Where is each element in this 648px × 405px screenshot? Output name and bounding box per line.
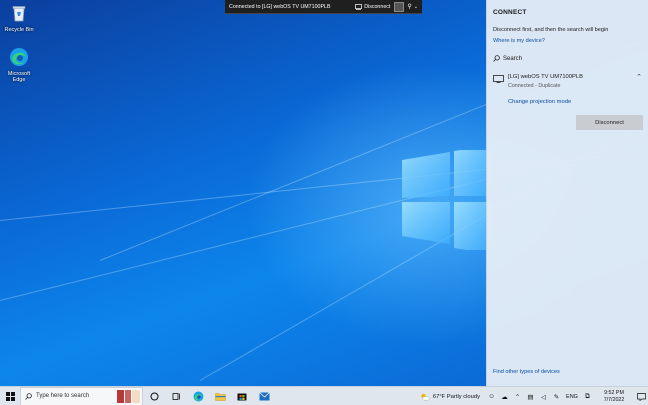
device-status: Connected - Duplicate [508,83,561,89]
weather-text: 67°F Partly cloudy [432,393,480,400]
pen-icon[interactable]: ✎ [550,387,563,405]
chevron-up-icon[interactable]: ⌃ [511,387,524,405]
monitor-icon [493,75,504,83]
desktop-icon-recycle-bin[interactable]: Recycle Bin [2,3,36,33]
connect-panel: CONNECT Disconnect first, and then the s… [486,0,648,386]
partly-cloudy-icon [421,393,430,401]
clock[interactable]: 9:52 PM 7/7/2022 [594,390,634,404]
taskbar-store-button[interactable] [231,387,253,405]
cast-disconnect-button[interactable]: Disconnect [355,4,390,10]
store-icon [237,393,247,401]
connect-info-text: Disconnect first, and then the search wi… [493,27,609,33]
taskbar-edge-button[interactable] [187,387,209,405]
taskbar-file-explorer-button[interactable] [209,387,231,405]
chevron-down-icon[interactable]: ⌄ [414,4,418,10]
taskbar-mail-button[interactable] [253,387,275,405]
cast-disconnect-label: Disconnect [364,3,391,10]
windows-logo-wallpaper [402,150,492,250]
system-tray: 67°F Partly cloudy ☺ ☁ ⌃ ▤ ◁ ✎ ENG ⧉ 9:5… [420,387,648,405]
search-highlight-image [117,389,140,403]
recycle-bin-icon [12,6,26,22]
find-other-devices-link[interactable]: Find other types of devices [493,369,560,375]
desktop-icon-edge[interactable]: Microsoft Edge [2,47,36,83]
cast-banner: Connected to [LG] webOS TV UM7100PLB Dis… [225,0,422,14]
volume-icon[interactable]: ◁ [537,387,550,405]
search-icon [25,392,32,400]
people-icon[interactable]: ☺ [485,387,498,405]
where-is-my-device-link[interactable]: Where is my device? [493,38,545,44]
mail-icon [258,391,270,400]
clock-time: 9:52 PM [604,389,624,396]
network-icon[interactable]: ▤ [524,387,537,405]
cortana-button[interactable] [143,387,165,405]
start-button[interactable] [0,387,20,405]
language-indicator[interactable]: ENG [563,387,581,405]
edge-icon [10,48,28,66]
clock-date: 7/7/2022 [603,396,625,403]
task-view-button[interactable] [165,387,187,405]
desktop-icon-label: Recycle Bin [4,27,34,33]
action-center-button[interactable] [634,387,648,405]
taskbar-search-placeholder: Type here to search [36,393,90,399]
windows-start-icon [5,391,15,401]
task-view-icon [172,392,180,400]
desktop-icon-label: Microsoft Edge [7,71,31,83]
search-button[interactable]: Search [493,55,522,62]
folder-icon [214,392,226,401]
cloud-icon[interactable]: ☁ [498,387,511,405]
cast-icon [355,3,363,10]
cast-settings-button[interactable] [394,1,405,12]
change-projection-mode-link[interactable]: Change projection mode [508,99,571,105]
device-name: [LG] webOS TV UM7100PLB [508,74,583,80]
notification-icon [636,392,646,401]
connect-header: CONNECT [493,9,527,16]
taskbar: Type here to search 67°F Partly cloudy ☺… [0,386,648,405]
chevron-up-icon[interactable]: ⌃ [636,73,642,81]
device-item-lg-tv[interactable]: [LG] webOS TV UM7100PLB Connected - Dupl… [487,70,648,114]
pin-icon[interactable]: ⚲ [407,3,411,10]
weather-widget[interactable]: 67°F Partly cloudy [420,393,480,401]
edge-icon [193,391,203,401]
search-icon [493,55,500,62]
search-label: Search [503,55,523,62]
cast-banner-title: Connected to [LG] webOS TV UM7100PLB [229,3,331,10]
cast-icon[interactable]: ⧉ [581,387,594,405]
taskbar-search-box[interactable]: Type here to search [20,386,143,405]
disconnect-button[interactable]: Disconnect [576,115,643,130]
cortana-icon [150,392,158,400]
